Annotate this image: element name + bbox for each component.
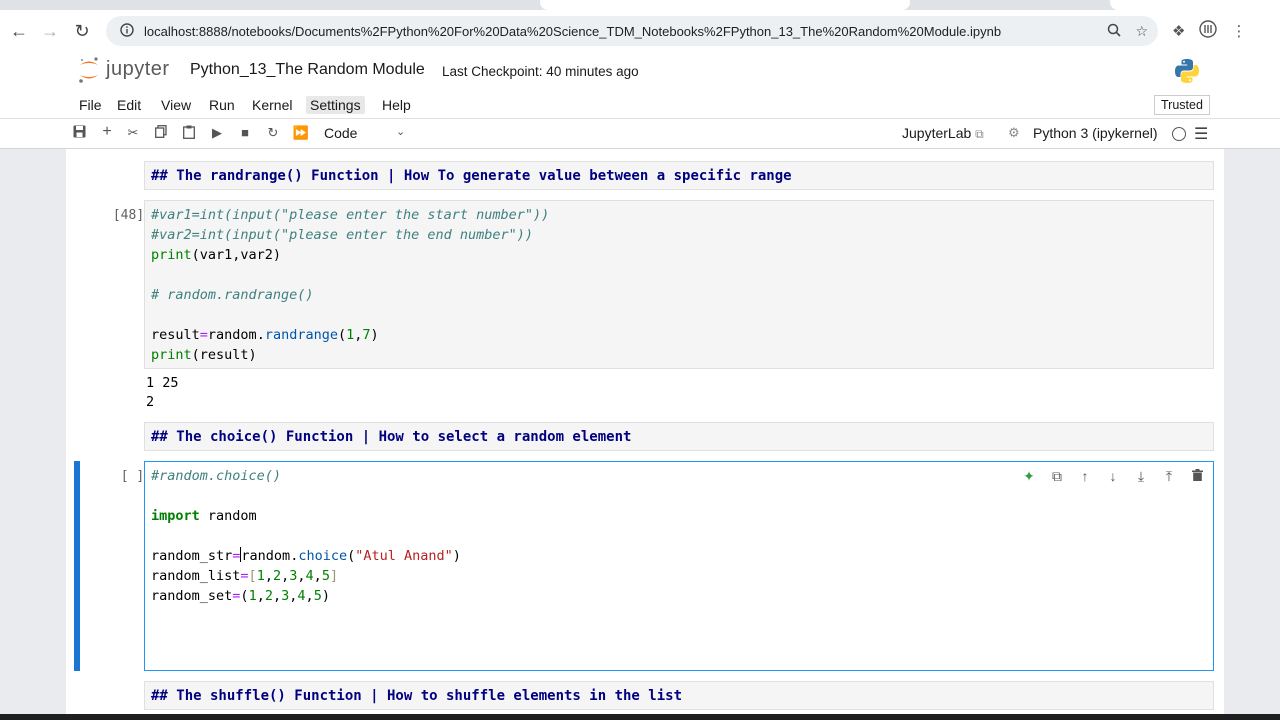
delete-cell-icon[interactable] [1189, 468, 1205, 485]
cell-toolbar: ✦ ⧉ ↑ ↓ ⤓ ⤒ [1021, 468, 1205, 485]
output-line: 1 25 [146, 375, 179, 391]
forward-arrow-icon[interactable]: → [34, 15, 66, 47]
kernel-settings-icon[interactable]: ⚙ [1008, 125, 1020, 141]
browser-tab-right[interactable] [1110, 0, 1280, 10]
code-input[interactable]: ✦ ⧉ ↑ ↓ ⤓ ⤒ #random.choice() import rand… [144, 461, 1214, 671]
cell-type-select[interactable]: Code [324, 125, 357, 141]
jupyter-orb-icon [78, 56, 100, 83]
back-arrow-icon[interactable]: ← [3, 15, 35, 47]
markdown-input[interactable]: ## The shuffle() Function | How to shuff… [144, 681, 1214, 710]
notebook-title[interactable]: Python_13_The Random Module [190, 61, 425, 79]
site-info-icon[interactable] [120, 22, 134, 40]
paste-icon[interactable] [180, 125, 198, 142]
last-checkpoint: Last Checkpoint: 40 minutes ago [442, 64, 639, 79]
markdown-input[interactable]: ## The randrange() Function | How To gen… [144, 161, 1214, 190]
markdown-heading: ## The shuffle() Function | How to shuff… [151, 688, 683, 704]
jupyter-logo[interactable]: jupyter [78, 56, 170, 83]
url-bar[interactable]: localhost:8888/notebooks/Documents%2FPyt… [106, 16, 1158, 46]
hamburger-menu-icon[interactable]: ☰ [1194, 124, 1208, 144]
python-logo-icon [1174, 58, 1200, 84]
reload-icon[interactable]: ↻ [66, 15, 98, 47]
restart-run-all-icon[interactable]: ⏩ [292, 125, 310, 141]
code-line: #var2=int(input("please enter the end nu… [151, 227, 534, 243]
browser-navbar: ← → ↻ localhost:8888/notebooks/Documents… [0, 10, 1280, 52]
code-line: #var1=int(input("please enter the start … [151, 207, 550, 223]
output-line: 2 [146, 394, 155, 410]
url-text[interactable]: localhost:8888/notebooks/Documents%2FPyt… [144, 24, 1001, 39]
jupyterlab-label: JupyterLab [902, 125, 972, 141]
interrupt-kernel-icon[interactable]: ■ [236, 125, 254, 140]
duplicate-cell-icon[interactable]: ⧉ [1049, 468, 1065, 485]
menu-edit[interactable]: Edit [113, 96, 145, 114]
extensions-icon[interactable]: ❖ [1172, 22, 1185, 40]
menu-help[interactable]: Help [378, 96, 415, 114]
insert-below-icon[interactable]: ⤒ [1161, 468, 1177, 485]
menu-run[interactable]: Run [205, 96, 239, 114]
code-line: import random [151, 508, 257, 524]
chevron-down-icon[interactable]: ⌄ [396, 125, 405, 138]
kernel-name[interactable]: Python 3 (ipykernel) [1033, 125, 1158, 141]
code-line: random_set=(1,2,3,4,5) [151, 588, 330, 604]
code-line: result=random.randrange(1,7) [151, 327, 379, 343]
jupyter-logo-text: jupyter [106, 57, 170, 80]
insert-above-icon[interactable]: ⤓ [1133, 468, 1149, 485]
add-cell-icon[interactable]: + [98, 123, 116, 141]
code-line: print(var1,var2) [151, 247, 282, 263]
browser-tab-strip [0, 0, 1280, 10]
active-cell-indicator [74, 461, 80, 671]
code-input[interactable]: #var1=int(input("please enter the start … [144, 200, 1214, 369]
bookmark-star-icon[interactable]: ☆ [1135, 23, 1148, 40]
code-line: print(result) [151, 347, 257, 363]
markdown-input[interactable]: ## The choice() Function | How to select… [144, 422, 1214, 451]
external-link-icon: ⧉ [975, 127, 984, 141]
move-up-icon[interactable]: ↑ [1077, 468, 1093, 485]
code-line: # random.randrange() [151, 287, 314, 303]
jupyter-header: jupyter Python_13_The Random Module Last… [0, 52, 1280, 92]
code-line: random_list=[1,2,3,4,5] [151, 568, 339, 584]
browser-menu-icon[interactable]: ⋮ [1231, 22, 1246, 40]
menu-file[interactable]: File [75, 96, 106, 114]
execution-count: [48]: [112, 208, 152, 223]
menu-bar: File Edit View Run Kernel Settings Help … [0, 92, 1280, 119]
restart-kernel-icon[interactable]: ↻ [264, 125, 282, 141]
run-cell-icon[interactable]: ▶ [208, 125, 226, 141]
menu-kernel[interactable]: Kernel [248, 96, 296, 114]
copy-icon[interactable] [152, 125, 170, 141]
cut-icon[interactable]: ✂ [124, 125, 142, 141]
open-jupyterlab-link[interactable]: JupyterLab ⧉ [902, 125, 984, 142]
sparkle-ai-icon[interactable]: ✦ [1021, 468, 1037, 485]
markdown-heading: ## The randrange() Function | How To gen… [151, 168, 792, 184]
markdown-heading: ## The choice() Function | How to select… [151, 429, 632, 445]
notebook-panel: ## The randrange() Function | How To gen… [66, 149, 1224, 720]
move-down-icon[interactable]: ↓ [1105, 468, 1121, 485]
code-line: random_str=random.choice("Atul Anand") [151, 547, 461, 564]
zoom-icon[interactable] [1107, 23, 1122, 40]
profile-icon[interactable] [1199, 20, 1218, 42]
menu-settings[interactable]: Settings [306, 96, 365, 114]
execution-count: [ ]: [120, 469, 152, 484]
screen-bottom-edge [0, 714, 1280, 720]
save-icon[interactable] [70, 125, 88, 141]
trusted-badge[interactable]: Trusted [1154, 95, 1210, 115]
cell-output: 1 25 2 [146, 374, 179, 412]
browser-tab[interactable] [540, 0, 910, 10]
notebook-toolbar: + ✂ ▶ ■ ↻ ⏩ Code ⌄ JupyterLab ⧉ ⚙ Python… [0, 119, 1280, 149]
kernel-status-icon [1172, 127, 1186, 141]
menu-view[interactable]: View [157, 96, 195, 114]
